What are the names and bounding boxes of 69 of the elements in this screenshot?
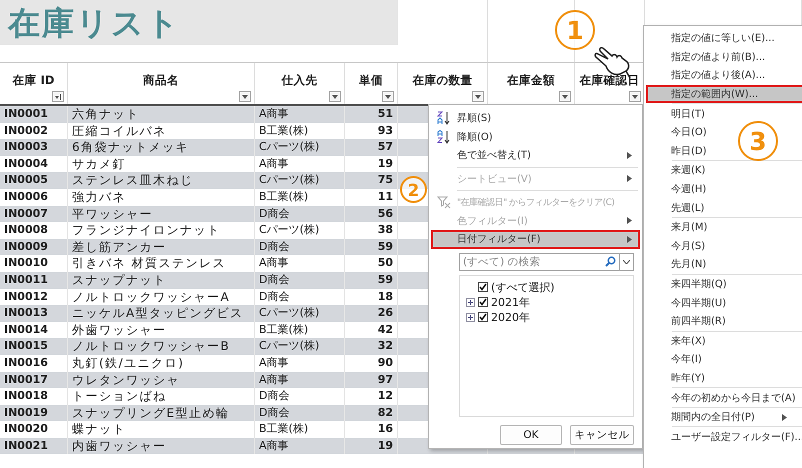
menu-item[interactable]: 今年の初めから今日まで(A) — [646, 388, 802, 407]
menu-item[interactable]: 期間内の全日付(P) — [646, 408, 761, 426]
search-field[interactable]: (すべて) の検索 — [459, 252, 634, 270]
column-header: 在庫確認日 — [580, 73, 640, 87]
sort-descending-icon — [437, 130, 451, 144]
menu-item[interactable]: 指定の範囲内(W)... — [646, 84, 802, 104]
menu-item[interactable]: ユーザー設定フィルター(F)... — [646, 427, 802, 446]
menu-item[interactable]: 日付フィルター(F) — [431, 230, 640, 248]
dropdown-arrow-icon — [632, 94, 638, 98]
table-cell: A商事 — [255, 438, 345, 454]
dropdown-arrow-icon — [332, 94, 338, 98]
menu-item[interactable]: 来年(X) — [646, 332, 712, 350]
column-header: 在庫の数量 — [412, 73, 472, 87]
menu-item[interactable]: 来月(M) — [646, 218, 714, 237]
menu-item[interactable]: 今年(I) — [646, 350, 708, 369]
menu-item[interactable]: 明日(T) — [646, 104, 711, 123]
filter-button[interactable] — [472, 91, 484, 102]
sheet-title: 在庫リスト — [0, 0, 398, 45]
dropdown-arrow-icon — [385, 94, 391, 98]
checkbox[interactable] — [478, 297, 488, 307]
menu-item[interactable]: 今週(H) — [646, 180, 712, 198]
dropdown-arrow-icon — [562, 94, 568, 98]
sort-ascending-icon — [437, 111, 451, 126]
menu-item[interactable]: 来週(K) — [646, 161, 712, 180]
column-header: 在庫金額 — [507, 73, 555, 87]
filter-button[interactable] — [329, 91, 341, 102]
caret-icon[interactable] — [619, 254, 633, 270]
tree-item-label: 2021年 — [491, 294, 530, 310]
column-header: 単価 — [359, 73, 383, 87]
menu-item[interactable]: 来四半期(Q) — [646, 274, 733, 294]
dropdown-arrow-icon — [242, 94, 248, 98]
column-header: 商品名 — [143, 73, 179, 87]
ok-button[interactable]: OK — [500, 424, 562, 444]
menu-item[interactable]: 昇順(S) — [431, 109, 498, 128]
column-header: 仕入先 — [282, 73, 318, 87]
tree-item-label: (すべて選択) — [491, 280, 555, 294]
menu-item[interactable]: 先週(L) — [646, 198, 710, 217]
table-cell: 内歯ワッシャー — [68, 438, 255, 454]
filter-button[interactable] — [382, 91, 394, 102]
cancel-button[interactable]: キャンセル — [570, 424, 634, 444]
menu-item[interactable]: 指定の値に等しい(E)... — [646, 29, 781, 48]
expand-icon[interactable] — [466, 298, 475, 306]
step-number-marker: 1 — [555, 10, 595, 50]
filter-button[interactable] — [629, 91, 641, 102]
menu-item[interactable]: 降順(O) — [431, 128, 499, 146]
menu-item[interactable]: 今月(S) — [646, 236, 712, 256]
filter-button[interactable] — [239, 91, 251, 102]
dropdown-arrow-icon — [475, 94, 481, 98]
table-cell: IN0021 — [0, 438, 68, 454]
tree-item-label: 2020年 — [491, 310, 530, 324]
menu-item[interactable]: 指定の値より後(A)... — [646, 66, 772, 85]
menu-item[interactable]: 昨日(D) — [646, 142, 713, 160]
search-icon — [605, 256, 616, 267]
menu-item[interactable]: 今四半期(U) — [646, 293, 732, 312]
menu-item[interactable]: 今日(O) — [646, 122, 713, 142]
clear-filter-icon — [437, 195, 451, 210]
checkbox[interactable] — [478, 312, 488, 322]
table-cell: 19 — [345, 438, 398, 454]
menu-item[interactable]: 指定の値より前(B)... — [646, 48, 772, 66]
menu-item[interactable]: 昨年(Y) — [646, 368, 711, 388]
sorted-filter-icon — [54, 92, 62, 100]
expand-icon[interactable] — [466, 312, 475, 322]
filter-button[interactable] — [559, 91, 571, 102]
column-header: 在庫 ID — [12, 73, 54, 87]
menu-item[interactable]: 色で並べ替え(T) — [431, 146, 537, 164]
menu-item[interactable]: 前四半期(R) — [646, 312, 732, 330]
menu-item[interactable]: 先月(N) — [646, 255, 712, 274]
checkbox[interactable] — [478, 282, 488, 292]
filter-button[interactable] — [52, 91, 64, 102]
